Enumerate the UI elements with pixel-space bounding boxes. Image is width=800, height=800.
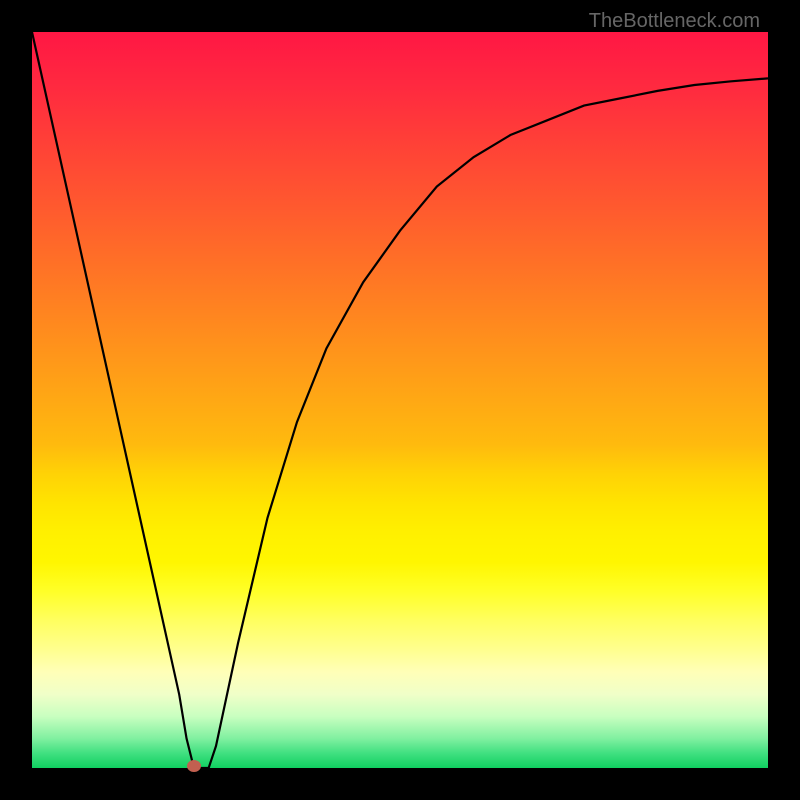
curve-layer (32, 32, 768, 768)
optimum-point (187, 760, 201, 772)
watermark-text: TheBottleneck.com (589, 10, 760, 33)
plot-area (32, 32, 768, 768)
bottleneck-curve (32, 32, 768, 768)
chart-container: TheBottleneck.com (0, 0, 800, 800)
